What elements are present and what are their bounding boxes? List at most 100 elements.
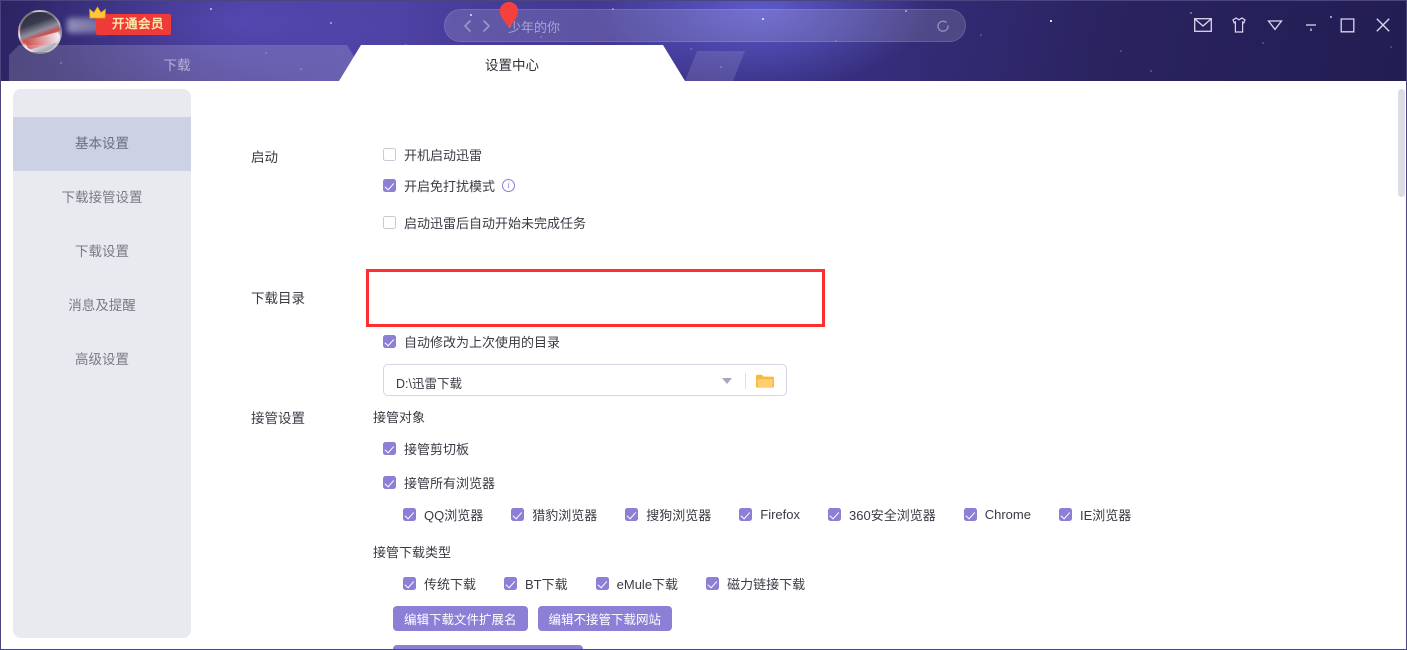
sidebar-item-basic-settings[interactable]: 基本设置	[13, 117, 191, 171]
app-header: 开通会员 少年的你 下载 设置中心	[1, 1, 1406, 81]
tab-settings[interactable]: 设置中心	[339, 45, 685, 81]
option-auto-use-last-dir[interactable]: 自动修改为上次使用的目录	[383, 332, 560, 351]
checkbox-browser-ie[interactable]	[1058, 508, 1072, 521]
sidebar-item-messages-and-reminders[interactable]: 消息及提醒	[13, 279, 191, 333]
option-takeover-all-browsers[interactable]: 接管所有浏览器	[383, 473, 495, 492]
edit-excluded-sites-button[interactable]: 编辑不接管下载网站	[537, 606, 673, 631]
chevron-left-icon[interactable]	[461, 19, 475, 33]
maximize-icon[interactable]	[1336, 14, 1358, 36]
option-label: Firefox	[760, 507, 800, 522]
option-label: 磁力链接下载	[727, 577, 806, 592]
folder-icon[interactable]	[755, 372, 775, 390]
search-input[interactable]: 少年的你	[444, 9, 966, 42]
option-label: 360安全浏览器	[849, 508, 936, 523]
checkbox-takeover-clipboard[interactable]	[383, 442, 396, 455]
checkbox-browser-360[interactable]	[828, 508, 841, 521]
chevron-down-icon[interactable]	[1264, 14, 1286, 36]
option-type-emule[interactable]: eMule下载	[595, 574, 678, 593]
takeover-button-row: 编辑下载文件扩展名 编辑不接管下载网站	[393, 606, 673, 631]
option-label: Chrome	[984, 507, 1031, 522]
checkbox-start-on-boot[interactable]	[383, 148, 396, 161]
option-browser-firefox[interactable]: Firefox	[739, 507, 800, 522]
checkbox-type-emule[interactable]	[595, 577, 609, 590]
content-scrollbar[interactable]	[1398, 81, 1405, 649]
option-type-magnet[interactable]: 磁力链接下载	[706, 574, 805, 593]
checkbox-browser-firefox[interactable]	[739, 508, 753, 521]
sidebar-item-advanced-settings[interactable]: 高级设置	[13, 333, 191, 387]
option-label: 搜狗浏览器	[646, 508, 712, 523]
chevron-down-icon[interactable]	[722, 378, 732, 384]
annotation-rectangle	[366, 269, 825, 327]
tab-download[interactable]: 下载	[9, 45, 369, 81]
partially-visible-button[interactable]	[393, 645, 583, 649]
close-icon[interactable]	[1372, 14, 1394, 36]
refresh-icon[interactable]	[935, 18, 951, 34]
checkbox-type-bt[interactable]	[504, 577, 518, 590]
skin-icon[interactable]	[1228, 14, 1250, 36]
mail-icon[interactable]	[1192, 14, 1214, 36]
browser-checkbox-row: QQ浏览器 猎豹浏览器 搜狗浏览器 Firefox 360安全浏览器 Chrom…	[403, 505, 1131, 524]
new-tab-button[interactable]	[685, 51, 745, 81]
option-label: QQ浏览器	[424, 508, 484, 523]
checkbox-browser-liebao[interactable]	[511, 508, 525, 521]
option-auto-resume-tasks[interactable]: 启动迅雷后自动开始未完成任务	[383, 213, 586, 232]
option-browser-liebao[interactable]: 猎豹浏览器	[511, 505, 597, 524]
download-dir-input[interactable]: D:\迅雷下载	[383, 364, 787, 396]
edit-file-extensions-button[interactable]: 编辑下载文件扩展名	[393, 606, 528, 631]
checkbox-do-not-disturb[interactable]	[383, 179, 396, 192]
option-label: 开启免打扰模式	[404, 179, 496, 194]
option-label: 猎豹浏览器	[532, 508, 598, 523]
option-browser-360[interactable]: 360安全浏览器	[828, 505, 936, 524]
info-icon[interactable]: i	[502, 179, 516, 192]
checkbox-browser-chrome[interactable]	[963, 508, 977, 521]
settings-sidebar: 基本设置 下载接管设置 下载设置 消息及提醒 高级设置	[13, 89, 191, 638]
window-controls	[1192, 14, 1394, 36]
download-dir-section-label: 下载目录	[251, 291, 305, 306]
minimize-icon[interactable]	[1300, 14, 1322, 36]
sidebar-item-download-settings[interactable]: 下载设置	[13, 225, 191, 279]
option-takeover-clipboard[interactable]: 接管剪切板	[383, 439, 469, 458]
option-label: 接管剪切板	[404, 442, 470, 457]
option-label: 自动修改为上次使用的目录	[404, 335, 561, 350]
checkbox-auto-resume-tasks[interactable]	[383, 216, 396, 229]
xunlei-settings-window: 开通会员 少年的你 下载 设置中心 基本设置 下载接管设置 下载设置 消息及提醒…	[0, 0, 1407, 650]
checkbox-type-magnet[interactable]	[706, 577, 720, 590]
divider	[745, 373, 746, 389]
sidebar-item-download-takeover-settings[interactable]: 下载接管设置	[13, 171, 191, 225]
sidebar-item-label: 下载接管设置	[61, 190, 143, 205]
sidebar-item-label: 基本设置	[75, 136, 129, 151]
settings-body: 基本设置 下载接管设置 下载设置 消息及提醒 高级设置 启动 开机启动迅雷 开启…	[1, 81, 1406, 649]
takeover-target-heading: 接管对象	[373, 410, 426, 425]
chevron-right-icon[interactable]	[479, 19, 493, 33]
checkbox-type-traditional[interactable]	[403, 577, 416, 590]
checkbox-browser-sogou[interactable]	[625, 508, 639, 521]
checkbox-takeover-all-browsers[interactable]	[383, 476, 396, 489]
option-label: 接管所有浏览器	[404, 476, 496, 491]
option-label: 开机启动迅雷	[404, 148, 483, 163]
option-browser-chrome[interactable]: Chrome	[963, 507, 1031, 522]
sidebar-top-spacer	[13, 89, 191, 117]
scrollbar-thumb[interactable]	[1398, 89, 1405, 197]
sidebar-item-label: 消息及提醒	[68, 298, 136, 313]
option-browser-sogou[interactable]: 搜狗浏览器	[625, 505, 711, 524]
option-type-traditional[interactable]: 传统下载	[403, 574, 476, 593]
takeover-types-heading: 接管下载类型	[373, 545, 452, 560]
sidebar-item-label: 高级设置	[75, 352, 129, 367]
crown-icon	[89, 6, 106, 19]
tab-download-label: 下载	[163, 58, 191, 73]
option-label: BT下载	[525, 577, 568, 592]
option-label: 启动迅雷后自动开始未完成任务	[404, 216, 587, 231]
option-label: 传统下载	[424, 577, 477, 592]
search-placeholder: 少年的你	[508, 20, 561, 35]
checkbox-browser-qq[interactable]	[403, 508, 416, 521]
checkbox-auto-use-last-dir[interactable]	[383, 335, 396, 348]
option-type-bt[interactable]: BT下载	[504, 574, 568, 593]
option-start-on-boot[interactable]: 开机启动迅雷	[383, 145, 482, 164]
option-browser-ie[interactable]: IE浏览器	[1058, 505, 1132, 524]
tab-bar: 下载 设置中心	[1, 45, 1406, 81]
startup-section-label: 启动	[251, 150, 278, 165]
option-browser-qq[interactable]: QQ浏览器	[403, 505, 483, 524]
option-do-not-disturb[interactable]: 开启免打扰模式 i	[383, 176, 516, 195]
vip-upgrade-button[interactable]: 开通会员	[96, 14, 172, 35]
option-label: IE浏览器	[1079, 508, 1132, 523]
